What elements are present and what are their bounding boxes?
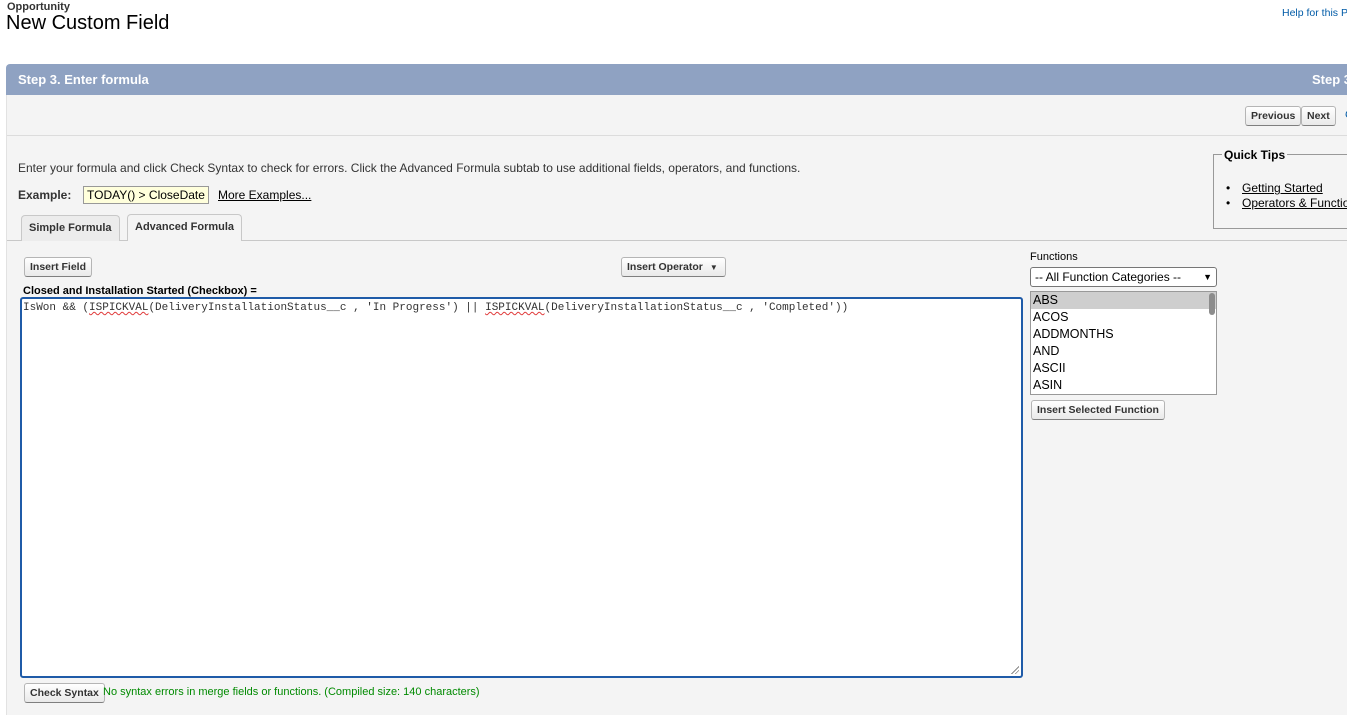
- page-title: New Custom Field: [6, 12, 170, 34]
- tab-simple-formula[interactable]: Simple Formula: [21, 215, 120, 241]
- functions-listbox[interactable]: ABS ACOS ADDMONTHS AND ASCII ASIN: [1030, 291, 1217, 395]
- formula-code-segment: IsWon && (: [23, 302, 90, 314]
- functions-label: Functions: [1030, 251, 1078, 263]
- quick-tip-item: Operators & Functions: [1226, 196, 1347, 211]
- function-option[interactable]: ACOS: [1031, 309, 1216, 326]
- function-category-value: -- All Function Categories --: [1035, 270, 1182, 284]
- help-link[interactable]: Help for this P: [1282, 7, 1347, 19]
- quick-tips-legend: Quick Tips: [1222, 148, 1288, 162]
- more-examples-link[interactable]: More Examples...: [218, 188, 311, 202]
- function-option[interactable]: ADDMONTHS: [1031, 326, 1216, 343]
- quick-tips-box: Quick Tips Getting Started Operators & F…: [1213, 148, 1347, 229]
- example-formula: TODAY() > CloseDate: [83, 186, 209, 204]
- getting-started-link[interactable]: Getting Started: [1242, 181, 1323, 195]
- formula-field-label: Closed and Installation Started (Checkbo…: [23, 285, 257, 297]
- next-button[interactable]: Next: [1301, 106, 1336, 126]
- wizard-nav-row: Previous Next C: [7, 95, 1347, 136]
- formula-function-token: ISPICKVAL: [485, 302, 545, 314]
- function-option[interactable]: ASIN: [1031, 377, 1216, 394]
- function-option[interactable]: AND: [1031, 343, 1216, 360]
- tab-advanced-formula[interactable]: Advanced Formula: [127, 214, 243, 241]
- chevron-down-icon: ▼: [1203, 272, 1212, 282]
- resize-handle-icon[interactable]: [1011, 666, 1019, 674]
- instructions-text: Enter your formula and click Check Synta…: [18, 161, 801, 175]
- example-label: Example:: [18, 188, 72, 202]
- formula-function-token: ISPICKVAL: [89, 302, 149, 314]
- function-option[interactable]: ASCII: [1031, 360, 1216, 377]
- insert-operator-label: Insert Operator: [627, 261, 703, 273]
- previous-button[interactable]: Previous: [1245, 106, 1302, 126]
- function-option[interactable]: ABS: [1031, 292, 1216, 309]
- listbox-scrollbar[interactable]: [1209, 293, 1215, 315]
- check-syntax-button[interactable]: Check Syntax: [24, 683, 105, 703]
- formula-editor[interactable]: IsWon && (ISPICKVAL(DeliveryInstallation…: [20, 297, 1023, 678]
- insert-operator-button[interactable]: Insert Operator ▼: [621, 257, 726, 277]
- operators-functions-link[interactable]: Operators & Functions: [1242, 196, 1347, 210]
- step-indicator: Step 3: [1312, 72, 1347, 87]
- quick-tips-list: Getting Started Operators & Functions: [1226, 181, 1347, 211]
- function-category-select[interactable]: -- All Function Categories -- ▼: [1030, 267, 1217, 287]
- step-header-bar: Step 3. Enter formula Step 3: [6, 64, 1347, 95]
- formula-panel: Previous Next C Enter your formula and c…: [6, 95, 1347, 715]
- formula-code-segment: (DeliveryInstallationStatus__c , 'In Pro…: [148, 302, 486, 314]
- chevron-down-icon: ▼: [709, 263, 718, 272]
- syntax-status-message: No syntax errors in merge fields or func…: [103, 686, 480, 698]
- step-title: Step 3. Enter formula: [18, 72, 149, 87]
- insert-selected-function-button[interactable]: Insert Selected Function: [1031, 400, 1165, 420]
- quick-tip-item: Getting Started: [1226, 181, 1347, 196]
- formula-code-segment: (DeliveryInstallationStatus__c , 'Comple…: [544, 302, 849, 314]
- insert-field-button[interactable]: Insert Field: [24, 257, 93, 277]
